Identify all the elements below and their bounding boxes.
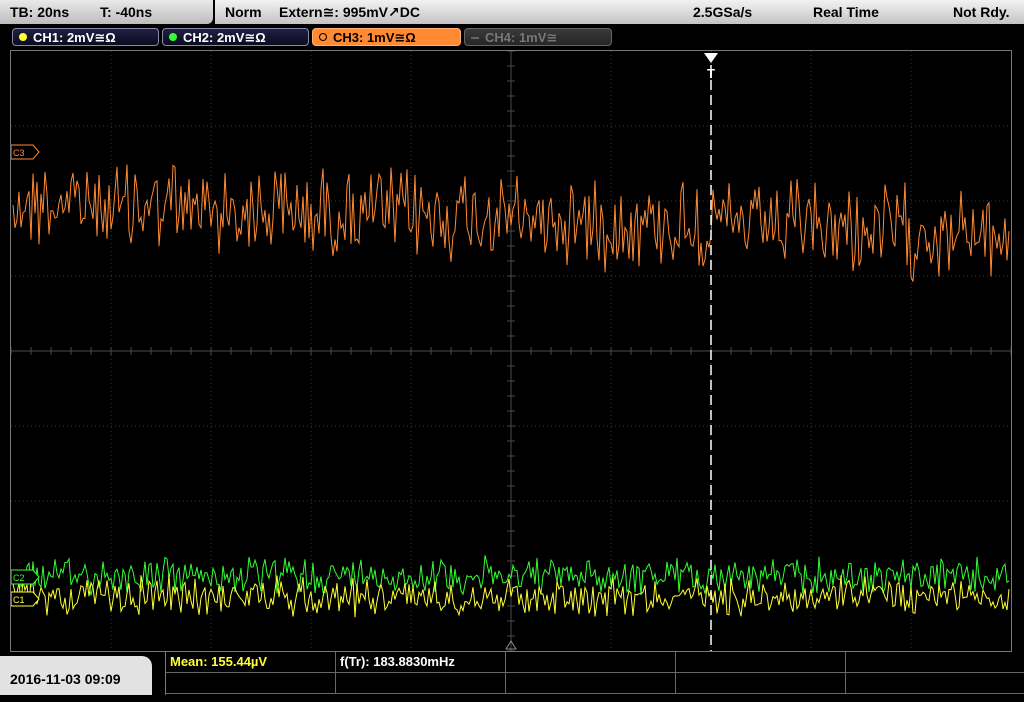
waveform-grid: T C3 C2 C1: [11, 51, 1011, 651]
ch1-level-marker[interactable]: C1: [11, 591, 40, 607]
status-bar: Norm Extern≅: 995mV↗DC 2.5GSa/s Real Tim…: [215, 0, 1024, 24]
measurement-slot-10[interactable]: [846, 673, 1024, 694]
ch3-level-marker[interactable]: C3: [11, 144, 40, 160]
top-bar: TB: 20ns T: -40ns Norm Extern≅: 995mV↗DC…: [0, 0, 1024, 26]
ch4-label: CH4: 1mV≅: [485, 30, 558, 45]
measurement-slot-9[interactable]: [676, 673, 846, 694]
ch4-indicator-icon: [471, 37, 479, 39]
graticule: [11, 51, 1011, 651]
measurement-slot-7[interactable]: [336, 673, 506, 694]
measurement-slot-6[interactable]: [166, 673, 336, 694]
waveform-display[interactable]: T C3 C2 C1: [10, 50, 1012, 652]
trigger-mode[interactable]: Norm: [225, 0, 262, 24]
ch1-label: CH1: 2mV≅Ω: [33, 30, 116, 45]
ch2-label: CH2: 2mV≅Ω: [183, 30, 266, 45]
ch1-indicator-icon: [19, 33, 27, 41]
timebase-label: TB: 20ns: [10, 4, 70, 20]
trigger-offset-label: T: -40ns: [100, 4, 153, 20]
ch2-indicator-icon: [169, 33, 177, 41]
channel-3-button[interactable]: CH3: 1mV≅Ω: [312, 28, 461, 46]
channel-2-button[interactable]: CH2: 2mV≅Ω: [162, 28, 309, 46]
datetime-display: 2016-11-03 09:09: [0, 656, 152, 695]
ch3-label: CH3: 1mV≅Ω: [333, 30, 416, 45]
acquisition-mode: Real Time: [813, 4, 879, 20]
channel-1-button[interactable]: CH1: 2mV≅Ω: [12, 28, 159, 46]
frequency-measurement[interactable]: f(Tr): 183.8830mHz: [336, 652, 506, 673]
bottom-bar: 2016-11-03 09:09 Mean: 155.44µV f(Tr): 1…: [0, 652, 1024, 695]
trigger-marker-label: T: [707, 66, 715, 81]
ch2-level-marker[interactable]: C2: [11, 569, 40, 585]
channel-4-button[interactable]: CH4: 1mV≅: [464, 28, 612, 46]
measurement-slot-4[interactable]: [676, 652, 846, 673]
measurement-table: Mean: 155.44µV f(Tr): 183.8830mHz: [165, 652, 1024, 695]
measurement-slot-5[interactable]: [846, 652, 1024, 673]
ch3-indicator-icon: [319, 33, 327, 41]
ch2-marker-label: C2: [13, 573, 25, 583]
sample-rate: 2.5GSa/s: [693, 4, 753, 20]
ch3-marker-label: C3: [13, 148, 25, 158]
measurement-slot-8[interactable]: [506, 673, 676, 694]
measurement-slot-3[interactable]: [506, 652, 676, 673]
trigger-position-icon[interactable]: [704, 53, 718, 63]
ch1-marker-label: C1: [13, 595, 25, 605]
mean-measurement[interactable]: Mean: 155.44µV: [166, 652, 336, 673]
timebase-panel[interactable]: TB: 20ns T: -40ns: [0, 0, 213, 24]
channel-row: CH1: 2mV≅Ω CH2: 2mV≅Ω CH3: 1mV≅Ω CH4: 1m…: [0, 26, 1024, 48]
acquisition-state: Not Rdy.: [953, 4, 1010, 20]
trigger-source[interactable]: Extern≅: 995mV↗DC: [279, 0, 420, 24]
